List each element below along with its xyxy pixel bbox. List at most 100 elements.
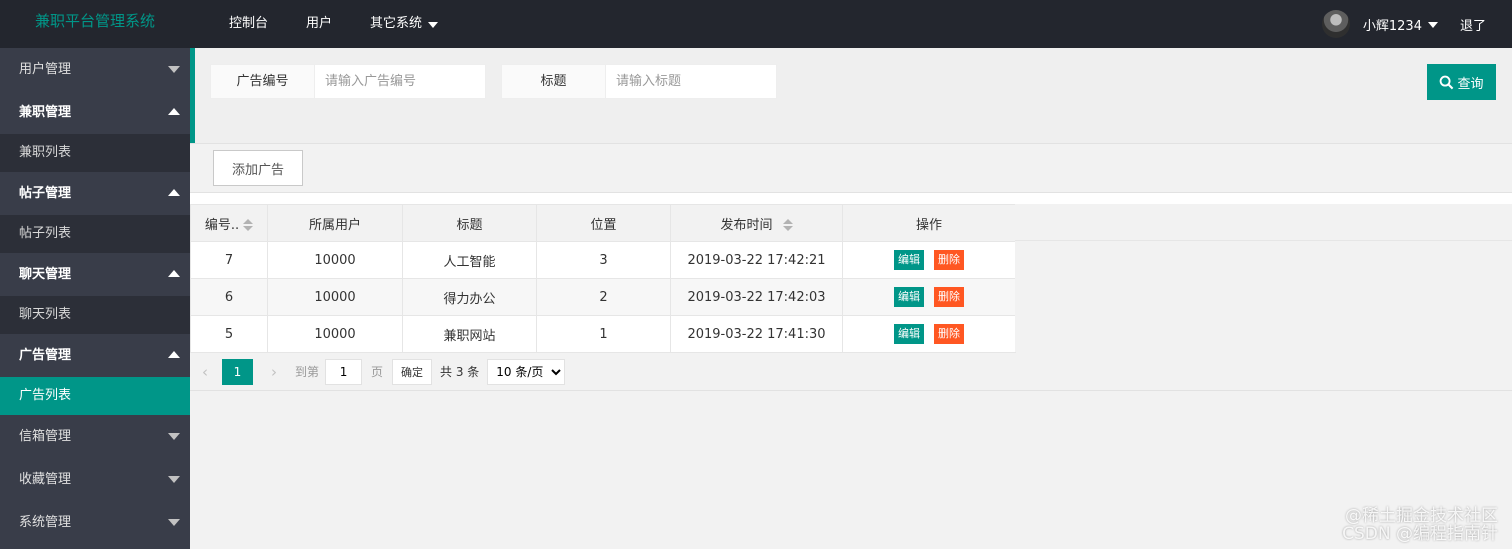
edit-button[interactable]: 编辑 [894,250,924,270]
caret-down-icon [168,433,180,440]
cell-time: 2019-03-22 17:42:03 [670,278,843,316]
cell-position: 1 [536,315,671,353]
caret-up-icon [168,351,180,358]
top-nav: 控制台 用户 其它系统 [210,0,457,48]
sidebar-group-label: 广告管理 [19,348,72,363]
search-button[interactable]: 查询 [1427,64,1496,100]
caret-down-icon [168,519,180,526]
caret-down-icon [168,66,180,73]
sidebar-group-label: 帖子管理 [19,186,72,201]
cell-title: 得力办公 [402,278,537,316]
search-icon [1440,75,1454,89]
cell-id: 6 [190,278,268,316]
ad-id-label: 广告编号 [211,65,315,98]
title-field: 标题 [501,64,777,99]
ad-id-field: 广告编号 [210,64,486,99]
sidebar-group-10[interactable]: 收藏管理 [0,458,190,501]
logout-link[interactable]: 退了 [1460,15,1486,34]
avatar[interactable] [1321,10,1350,38]
caret-down-icon [1427,21,1438,28]
col-position: 位置 [536,204,671,242]
table-header-row: 编号.. 所属用户 标题 位置 发布时间 操作 [190,204,1016,242]
col-time-label: 发布时间 [720,217,773,233]
col-time[interactable]: 发布时间 [670,204,843,242]
nav-other-systems[interactable]: 其它系统 [351,0,457,48]
sidebar-item-4[interactable]: 帖子列表 [0,215,190,253]
col-title: 标题 [402,204,537,242]
sidebar-group-label: 兼职管理 [19,105,72,120]
col-id[interactable]: 编号.. [190,204,268,242]
cell-actions: 编辑 删除 [842,241,1016,279]
cell-user: 10000 [267,241,403,279]
sidebar-group-label: 收藏管理 [19,472,72,487]
col-actions: 操作 [842,204,1016,242]
cell-position: 2 [536,278,671,316]
caret-up-icon [168,108,180,115]
sidebar-group-11[interactable]: 系统管理 [0,501,190,544]
nav-console-label: 控制台 [229,16,269,31]
sidebar-group-5[interactable]: 聊天管理 [0,253,190,296]
watermark: @稀土掘金技术社区 CSDN @编程指南针 [1342,507,1498,543]
user-name-label: 小辉1234 [1362,18,1422,34]
delete-button[interactable]: 删除 [934,324,964,344]
nav-users-label: 用户 [306,16,333,31]
nav-other-systems-label: 其它系统 [370,16,423,31]
sidebar-item-2[interactable]: 兼职列表 [0,134,190,172]
sort-icon[interactable] [782,219,793,231]
app-logo[interactable]: 兼职平台管理系统 [0,0,190,48]
search-button-label: 查询 [1457,76,1484,92]
watermark-line2: CSDN @编程指南针 [1342,524,1498,544]
prev-page-icon[interactable]: ‹ [190,363,220,381]
table-area: 编号.. 所属用户 标题 位置 发布时间 操作 7 10000 人工智能 3 2019-… [190,204,1512,549]
edit-button[interactable]: 编辑 [894,324,924,344]
cell-actions: 编辑 删除 [842,315,1016,353]
table-row: 7 10000 人工智能 3 2019-03-22 17:42:21 编辑 删除 [190,241,1016,279]
user-menu[interactable]: 小辉1234 [1363,15,1438,34]
delete-button[interactable]: 删除 [934,250,964,270]
nav-users[interactable]: 用户 [287,0,351,48]
search-bar: 广告编号 标题 查询 [190,48,1512,143]
sidebar-group-label: 聊天管理 [19,267,72,282]
cell-actions: 编辑 删除 [842,278,1016,316]
cell-user: 10000 [267,278,403,316]
goto-page-input[interactable] [325,358,363,385]
sidebar-group-1[interactable]: 兼职管理 [0,91,190,134]
delete-button[interactable]: 删除 [934,287,964,307]
total-count: 共 3 条 [440,365,480,379]
cell-title: 兼职网站 [402,315,537,353]
sidebar-item-6[interactable]: 聊天列表 [0,296,190,334]
pagination: ‹ 1 › 到第 页 确定 共 3 条 10 条/页 [190,353,1512,391]
nav-console[interactable]: 控制台 [210,0,287,48]
sidebar-group-9[interactable]: 信箱管理 [0,415,190,458]
sidebar-group-7[interactable]: 广告管理 [0,334,190,377]
cell-user: 10000 [267,315,403,353]
sidebar-group-label: 信箱管理 [19,429,72,444]
cell-time: 2019-03-22 17:42:21 [670,241,843,279]
next-page-icon[interactable]: › [259,363,289,381]
table-header-filler [1015,204,1512,241]
sidebar-group-3[interactable]: 帖子管理 [0,172,190,215]
cell-id: 5 [190,315,268,353]
page-label: 页 [371,365,384,379]
add-ad-button[interactable]: 添加广告 [213,150,303,186]
sidebar-group-label: 系统管理 [19,515,72,530]
page-current[interactable]: 1 [222,358,253,385]
user-nav: 小辉1234 退了 [1321,0,1512,48]
table-body: 7 10000 人工智能 3 2019-03-22 17:42:21 编辑 删除 6 10000… [190,241,1016,353]
sidebar-item-8[interactable]: 广告列表 [0,377,190,415]
sort-icon[interactable] [243,219,254,231]
goto-label: 到第 [295,365,320,379]
goto-confirm-button[interactable]: 确定 [392,358,433,385]
title-input[interactable] [606,65,776,98]
ad-id-input[interactable] [315,65,485,98]
caret-down-icon [428,21,439,28]
ad-table: 编号.. 所属用户 标题 位置 发布时间 操作 7 10000 人工智能 3 2019-… [190,204,1016,353]
toolbar: 添加广告 [190,143,1512,193]
watermark-line1: @稀土掘金技术社区 [1345,506,1498,526]
caret-up-icon [168,270,180,277]
sidebar-group-0[interactable]: 用户管理 [0,48,190,91]
edit-button[interactable]: 编辑 [894,287,924,307]
main-content: 广告编号 标题 查询 添加广告 编号.. 所属用户 标题 位置 发布时间 操作 [190,48,1512,549]
page-size-select[interactable]: 10 条/页 [487,358,566,385]
col-id-label: 编号.. [204,217,240,233]
